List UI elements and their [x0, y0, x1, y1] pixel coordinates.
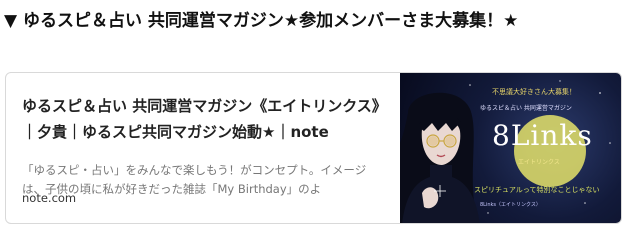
thumbnail-subtitle: ゆるスピ＆占い 共同運営マガジン [480, 105, 572, 112]
thumbnail-logo: 8Links [492, 119, 593, 152]
card-domain: note.com [22, 191, 77, 205]
section-heading: ▼ ゆるスピ＆占い 共同運営マガジン★参加メンバーさま大募集！★ [4, 11, 519, 31]
card-thumbnail[interactable]: 不思議大好きさん大募集！ ゆるスピ＆占い 共同運営マガジン 8Links エイト… [400, 73, 621, 223]
thumbnail-slogan: スピリチュアルって特別なことじゃない [474, 186, 600, 194]
card-title[interactable]: ゆるスピ＆占い 共同運営マガジン《エイトリンクス》｜夕貴｜ゆるスピ共同マガジン始… [22, 93, 387, 145]
thumbnail-tagline: 不思議大好きさん大募集！ [492, 88, 576, 96]
link-preview-card[interactable]: ゆるスピ＆占い 共同運営マガジン《エイトリンクス》｜夕貴｜ゆるスピ共同マガジン始… [5, 72, 622, 224]
thumbnail-logo-sub: エイトリンクス [518, 159, 560, 166]
card-text-area[interactable]: ゆるスピ＆占い 共同運営マガジン《エイトリンクス》｜夕貴｜ゆるスピ共同マガジン始… [6, 73, 401, 223]
thumbnail-small-text: 8Links（エイトリンクス） [480, 202, 541, 208]
card-description: 「ゆるスピ・占い」をみんなで楽しもう！がコンセプト。イメージは、子供の頃に私が好… [22, 163, 367, 196]
